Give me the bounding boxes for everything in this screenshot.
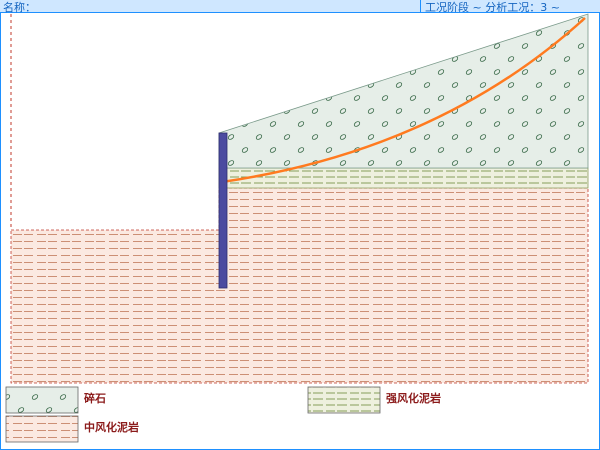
gravel-fill-layer: [218, 13, 589, 169]
legend-swatch-rock: [5, 386, 79, 414]
strong-weathered-layer: [218, 167, 589, 189]
section-drawing: [5, 13, 589, 443]
legend-label-moderate-weathered: 中风化泥岩: [84, 421, 139, 434]
retaining-pile: [218, 132, 228, 289]
legend-swatch-moderate-weathered: [5, 415, 79, 443]
moderate-weathered-layer: [10, 187, 589, 384]
legend-label-strong-weathered: 强风化泥岩: [386, 392, 441, 405]
legend-swatch-strong-weathered: [307, 386, 381, 414]
legend-label-rock: 碎石: [84, 392, 106, 405]
